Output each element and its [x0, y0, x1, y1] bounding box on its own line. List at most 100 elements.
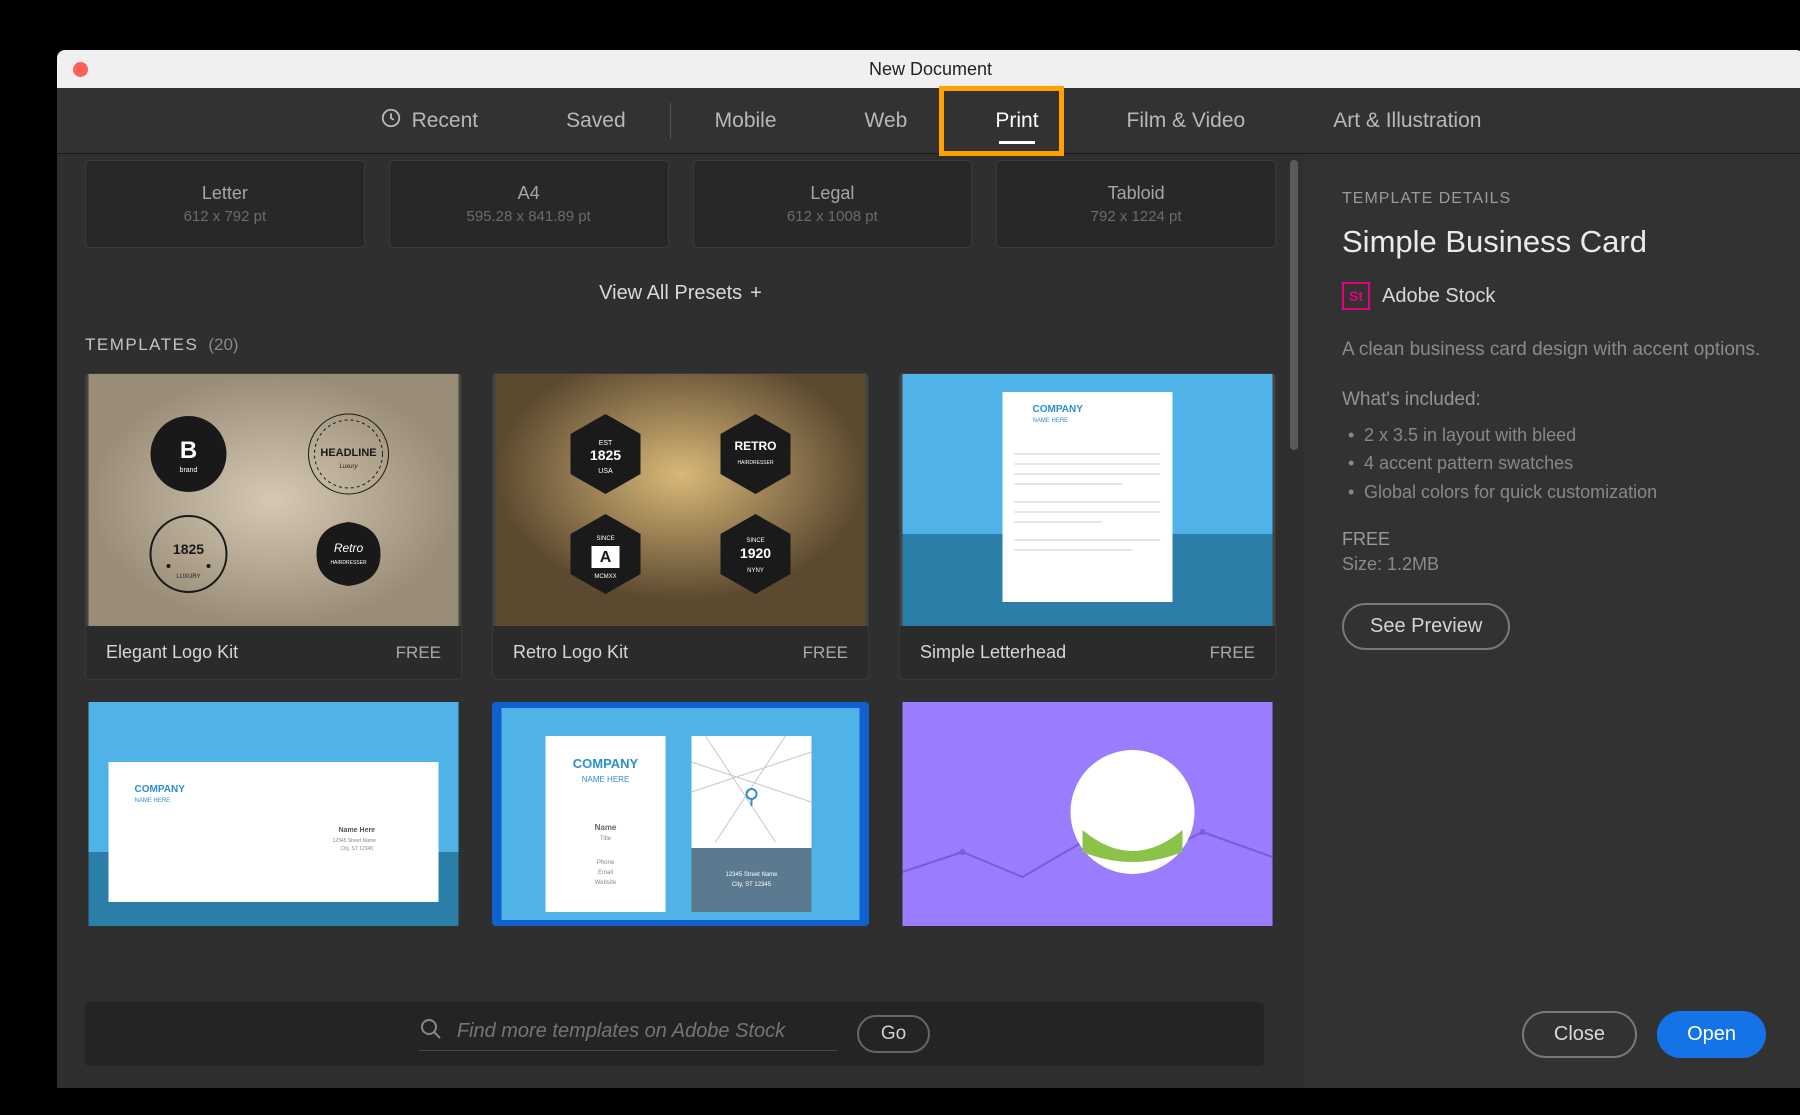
- card-title: Elegant Logo Kit: [106, 642, 238, 663]
- card-price: FREE: [803, 643, 848, 663]
- template-card-letterhead[interactable]: COMPANY NAME HERE Simple Letterhead FREE: [899, 373, 1276, 680]
- svg-text:NAME HERE: NAME HERE: [135, 798, 171, 804]
- template-cards-row-1: Bbrand HEADLINE Luxury 1825 LUXURY Retro HA…: [85, 373, 1276, 680]
- svg-text:HAIRDRESSER: HAIRDRESSER: [737, 460, 774, 466]
- card-footer: Retro Logo Kit FREE: [493, 626, 868, 679]
- presets-row: Letter 612 x 792 pt A4 595.28 x 841.89 p…: [85, 160, 1276, 248]
- svg-text:HEADLINE: HEADLINE: [320, 447, 376, 459]
- template-cards-row-2: COMPANY NAME HERE Name Here 12345 Street…: [85, 702, 1276, 926]
- search-input-wrap: [419, 1017, 837, 1051]
- view-all-label: View All Presets: [599, 282, 742, 304]
- preset-letter[interactable]: Letter 612 x 792 pt: [85, 160, 365, 248]
- clock-icon: [380, 107, 402, 135]
- preset-a4[interactable]: A4 595.28 x 841.89 pt: [389, 160, 669, 248]
- svg-text:B: B: [180, 437, 197, 464]
- svg-text:12345 Street Name: 12345 Street Name: [333, 838, 377, 844]
- titlebar: New Document: [57, 50, 1800, 88]
- tab-print[interactable]: Print: [951, 88, 1082, 154]
- preset-dim: 792 x 1224 pt: [1091, 208, 1182, 225]
- template-card-elegant-logo[interactable]: Bbrand HEADLINELuxury 1825LUXURY RetroHA…: [85, 373, 462, 680]
- template-thumb: COMPANY NAME HERE: [900, 374, 1275, 626]
- file-size: Size: 1.2MB: [1342, 554, 1766, 575]
- templates-header: TEMPLATES (20): [85, 335, 1276, 355]
- svg-text:COMPANY: COMPANY: [1033, 404, 1084, 415]
- tab-label: Mobile: [715, 109, 777, 133]
- svg-text:SINCE: SINCE: [596, 536, 614, 542]
- svg-text:1825: 1825: [173, 541, 204, 557]
- svg-text:NAME HERE: NAME HERE: [582, 775, 630, 784]
- included-label: What's included:: [1342, 389, 1766, 411]
- svg-text:NAME HERE: NAME HERE: [1033, 418, 1069, 424]
- tab-recent[interactable]: Recent: [336, 88, 523, 154]
- template-card-infographic[interactable]: [899, 702, 1276, 926]
- details-title: Simple Business Card: [1342, 224, 1766, 260]
- svg-text:brand: brand: [180, 467, 198, 474]
- svg-text:EST: EST: [599, 440, 613, 447]
- preset-name: Legal: [810, 183, 854, 204]
- templates-label: TEMPLATES: [85, 335, 198, 355]
- svg-text:COMPANY: COMPANY: [573, 756, 639, 771]
- preset-dim: 595.28 x 841.89 pt: [466, 208, 590, 225]
- price-free: FREE: [1342, 529, 1766, 550]
- details-section-label: TEMPLATE DETAILS: [1342, 190, 1766, 208]
- close-button[interactable]: Close: [1522, 1011, 1637, 1058]
- svg-text:Phone: Phone: [597, 860, 615, 866]
- preset-tabloid[interactable]: Tabloid 792 x 1224 pt: [996, 160, 1276, 248]
- see-preview-button[interactable]: See Preview: [1342, 603, 1510, 650]
- go-button[interactable]: Go: [857, 1015, 930, 1053]
- template-card-business-card[interactable]: COMPANY NAME HERE Name Title Phone Email…: [492, 702, 869, 926]
- adobe-stock-icon: St: [1342, 282, 1370, 310]
- svg-text:Retro: Retro: [334, 541, 364, 555]
- svg-text:SINCE: SINCE: [746, 538, 764, 544]
- template-card-envelope[interactable]: COMPANY NAME HERE Name Here 12345 Street…: [85, 702, 462, 926]
- svg-text:1920: 1920: [740, 545, 771, 561]
- template-card-retro-logo[interactable]: EST1825USA RETROHAIRDRESSER SINCEAMCMXX …: [492, 373, 869, 680]
- templates-count: (20): [208, 335, 238, 355]
- list-item: Global colors for quick customization: [1342, 478, 1766, 507]
- tab-film-video[interactable]: Film & Video: [1083, 88, 1290, 154]
- svg-text:USA: USA: [598, 468, 613, 475]
- preset-name: A4: [518, 183, 540, 204]
- stock-label: Adobe Stock: [1382, 285, 1495, 308]
- svg-text:COMPANY: COMPANY: [135, 784, 186, 795]
- card-footer: Elegant Logo Kit FREE: [86, 626, 461, 679]
- view-all-presets[interactable]: View All Presets +: [85, 282, 1276, 305]
- svg-text:12345 Street Name: 12345 Street Name: [725, 872, 778, 878]
- dialog-actions: Close Open: [1522, 1011, 1766, 1058]
- preset-dim: 612 x 1008 pt: [787, 208, 878, 225]
- card-footer: Simple Letterhead FREE: [900, 626, 1275, 679]
- svg-text:Luxury: Luxury: [339, 464, 358, 470]
- new-document-window: New Document Recent Saved Mobile Web Pri…: [57, 50, 1800, 1088]
- search-input[interactable]: [457, 1020, 837, 1043]
- svg-text:Name Here: Name Here: [339, 827, 376, 834]
- card-price: FREE: [396, 643, 441, 663]
- tab-web[interactable]: Web: [821, 88, 952, 154]
- tab-saved[interactable]: Saved: [522, 88, 670, 154]
- svg-text:Email: Email: [598, 870, 613, 876]
- plus-icon: +: [750, 282, 762, 304]
- details-description: A clean business card design with accent…: [1342, 336, 1766, 365]
- tab-art-illustration[interactable]: Art & Illustration: [1289, 88, 1525, 154]
- svg-text:City, ST 12345: City, ST 12345: [732, 882, 772, 888]
- svg-text:A: A: [600, 549, 612, 566]
- svg-text:NYNY: NYNY: [747, 568, 764, 574]
- close-window-dot[interactable]: [73, 62, 88, 77]
- svg-text:MCMXX: MCMXX: [594, 574, 616, 580]
- preset-name: Tabloid: [1108, 183, 1165, 204]
- svg-text:Name: Name: [595, 823, 617, 832]
- tab-label: Web: [865, 109, 908, 133]
- stock-row: St Adobe Stock: [1342, 282, 1766, 310]
- dialog-body: Letter 612 x 792 pt A4 595.28 x 841.89 p…: [57, 154, 1800, 1088]
- template-thumb: Bbrand HEADLINELuxury 1825LUXURY RetroHA…: [86, 374, 461, 626]
- category-tabs: Recent Saved Mobile Web Print Film & Vid…: [57, 88, 1800, 154]
- traffic-lights: [73, 62, 88, 77]
- svg-text:Title: Title: [600, 836, 612, 842]
- template-thumb: EST1825USA RETROHAIRDRESSER SINCEAMCMXX …: [493, 374, 868, 626]
- svg-text:LUXURY: LUXURY: [176, 574, 200, 580]
- open-button[interactable]: Open: [1657, 1011, 1766, 1058]
- details-sidebar: TEMPLATE DETAILS Simple Business Card St…: [1304, 154, 1800, 1088]
- preset-name: Letter: [202, 183, 248, 204]
- tab-mobile[interactable]: Mobile: [671, 88, 821, 154]
- scrollbar[interactable]: [1290, 160, 1298, 450]
- preset-legal[interactable]: Legal 612 x 1008 pt: [693, 160, 973, 248]
